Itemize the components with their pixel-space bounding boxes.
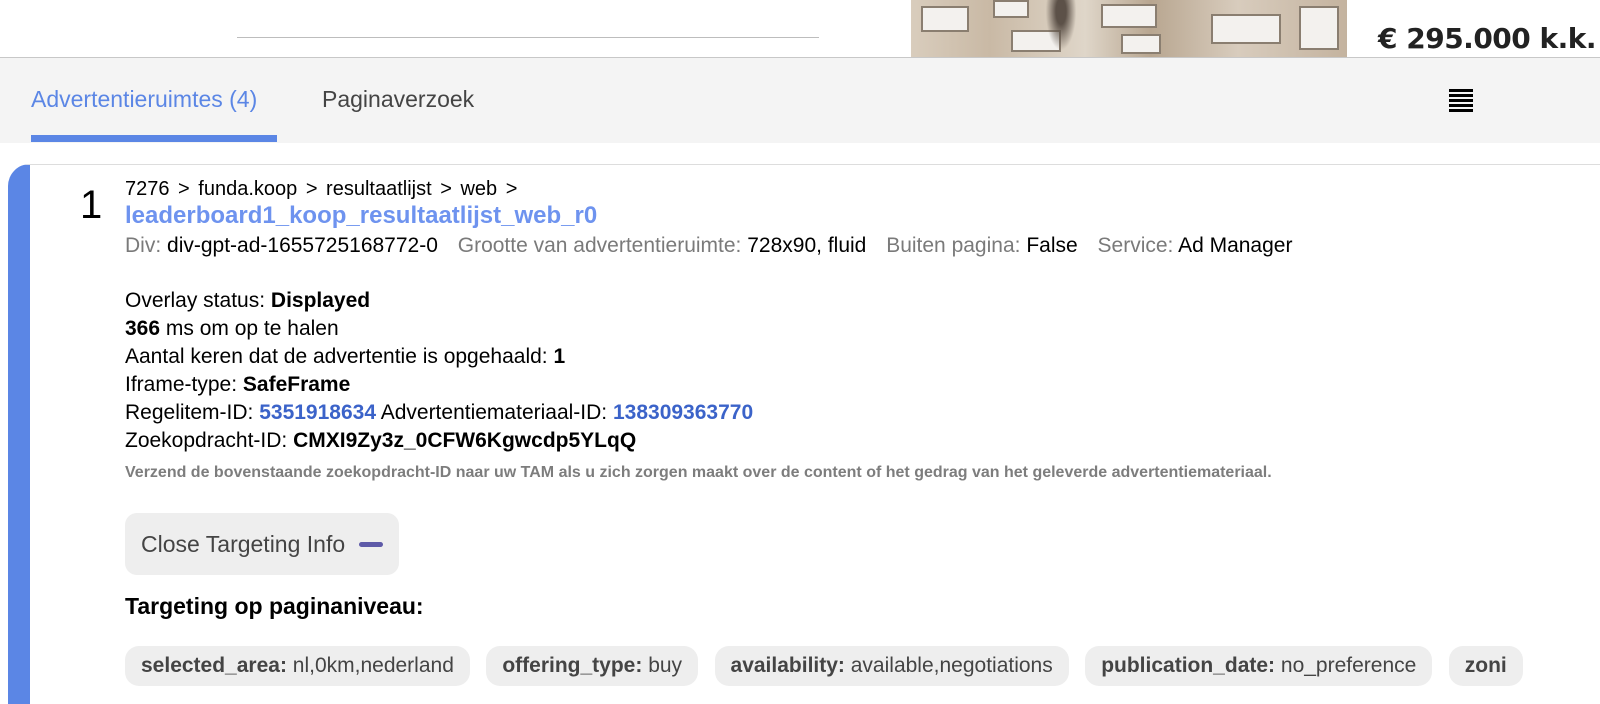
query-id-row: Zoekopdracht-ID: CMXI9Zy3z_0CFW6Kgwcdp5Y…: [125, 427, 1600, 455]
ids-row: Regelitem-ID: 5351918634 Advertentiemate…: [125, 399, 1600, 427]
iframe-type-label: Iframe-type:: [125, 373, 238, 396]
slot-details: 7276 > funda.koop > resultaatlijst > web…: [125, 177, 1600, 686]
menu-icon[interactable]: [1449, 89, 1473, 113]
close-targeting-button[interactable]: Close Targeting Info: [125, 513, 400, 575]
meta-key-div: Div:: [125, 234, 162, 257]
photo-window: [1299, 6, 1339, 50]
chip-key: availability:: [730, 654, 845, 677]
fetch-time-value: 366: [125, 317, 161, 340]
photo-window: [993, 0, 1029, 18]
iframe-type-value: SafeFrame: [242, 373, 351, 396]
chip-value: nl,0km,nederland: [292, 654, 454, 677]
meta-value-service: Ad Manager: [1178, 234, 1293, 257]
tab-bar: Advertentieruimtes (4) Paginaverzoek: [0, 58, 1600, 143]
query-id-note: Verzend de bovenstaande zoekopdracht-ID …: [125, 464, 1272, 481]
breadcrumb: 7276 > funda.koop > resultaatlijst > web…: [125, 178, 518, 200]
overlay-status-row: Overlay status: Displayed: [125, 287, 1600, 315]
ad-slot-card: 1 7276 > funda.koop > resultaatlijst > w…: [8, 164, 1600, 704]
photo-window: [1121, 34, 1161, 54]
line-item-id-link[interactable]: 5351918634: [259, 401, 376, 424]
chip-value: buy: [648, 654, 683, 677]
tab-ad-slots[interactable]: Advertentieruimtes (4): [31, 86, 257, 113]
query-id-label: Zoekopdracht-ID:: [125, 429, 288, 452]
targeting-heading: Targeting op paginaniveau:: [125, 593, 424, 619]
page-header-strip: € 295.000 k.k.: [0, 0, 1600, 58]
slot-index: 1: [80, 183, 103, 227]
minus-icon: [359, 541, 384, 547]
targeting-chip: availability: available,negotiations: [714, 646, 1069, 686]
active-tab-indicator: [31, 135, 277, 142]
fetch-time-row: 366 ms om op te halen: [125, 315, 1600, 343]
photo-window: [921, 6, 969, 32]
targeting-chip: publication_date: no_preference: [1085, 646, 1433, 686]
targeting-chip: zoni: [1448, 646, 1523, 686]
meta-value-div: div-gpt-ad-1655725168772-0: [167, 234, 438, 257]
slot-status: Overlay status: Displayed 366 ms om op t…: [125, 287, 1600, 487]
line-item-label: Regelitem-ID:: [125, 401, 254, 424]
fetch-count-row: Aantal keren dat de advertentie is opgeh…: [125, 343, 1600, 371]
listing-price: € 295.000 k.k.: [1378, 22, 1597, 55]
chip-key: zoni: [1464, 654, 1507, 677]
chip-value: no_preference: [1280, 654, 1417, 677]
close-targeting-label: Close Targeting Info: [141, 530, 346, 557]
tab-page-request[interactable]: Paginaverzoek: [322, 86, 474, 113]
divider: [237, 37, 819, 38]
photo-window: [1101, 4, 1157, 28]
targeting-chip: offering_type: buy: [486, 646, 699, 686]
photo-tree: [1043, 0, 1079, 57]
chip-key: selected_area:: [141, 654, 287, 677]
overlay-status-value: Displayed: [270, 289, 371, 312]
creative-id-link[interactable]: 138309363770: [613, 401, 753, 424]
photo-window: [1211, 14, 1281, 44]
meta-value-outofpage: False: [1026, 234, 1078, 257]
meta-key-size: Grootte van advertentieruimte:: [457, 234, 742, 257]
fetch-count-label: Aantal keren dat de advertentie is opgeh…: [125, 345, 548, 368]
overlay-status-label: Overlay status:: [125, 289, 266, 312]
creative-label: Advertentiemateriaal-ID:: [380, 401, 608, 424]
slot-meta: Div: div-gpt-ad-1655725168772-0 Grootte …: [125, 231, 1600, 261]
chip-key: offering_type:: [502, 654, 643, 677]
meta-key-outofpage: Buiten pagina:: [886, 234, 1021, 257]
fetch-time-label: ms om op te halen: [165, 317, 339, 340]
chip-key: publication_date:: [1101, 654, 1276, 677]
meta-key-service: Service:: [1097, 234, 1174, 257]
chip-value: available,negotiations: [850, 654, 1053, 677]
query-id-value: CMXI9Zy3z_0CFW6Kgwcdp5YLqQ: [293, 429, 637, 452]
meta-value-size: 728x90, fluid: [747, 234, 867, 257]
iframe-type-row: Iframe-type: SafeFrame: [125, 371, 1600, 399]
targeting-chips: selected_area: nl,0km,nederland offering…: [125, 646, 1600, 686]
ad-unit-link[interactable]: leaderboard1_koop_resultaatlijst_web_r0: [125, 201, 1600, 231]
listing-photo[interactable]: [911, 0, 1347, 57]
targeting-chip: selected_area: nl,0km,nederland: [125, 646, 470, 686]
fetch-count-value: 1: [553, 345, 566, 368]
